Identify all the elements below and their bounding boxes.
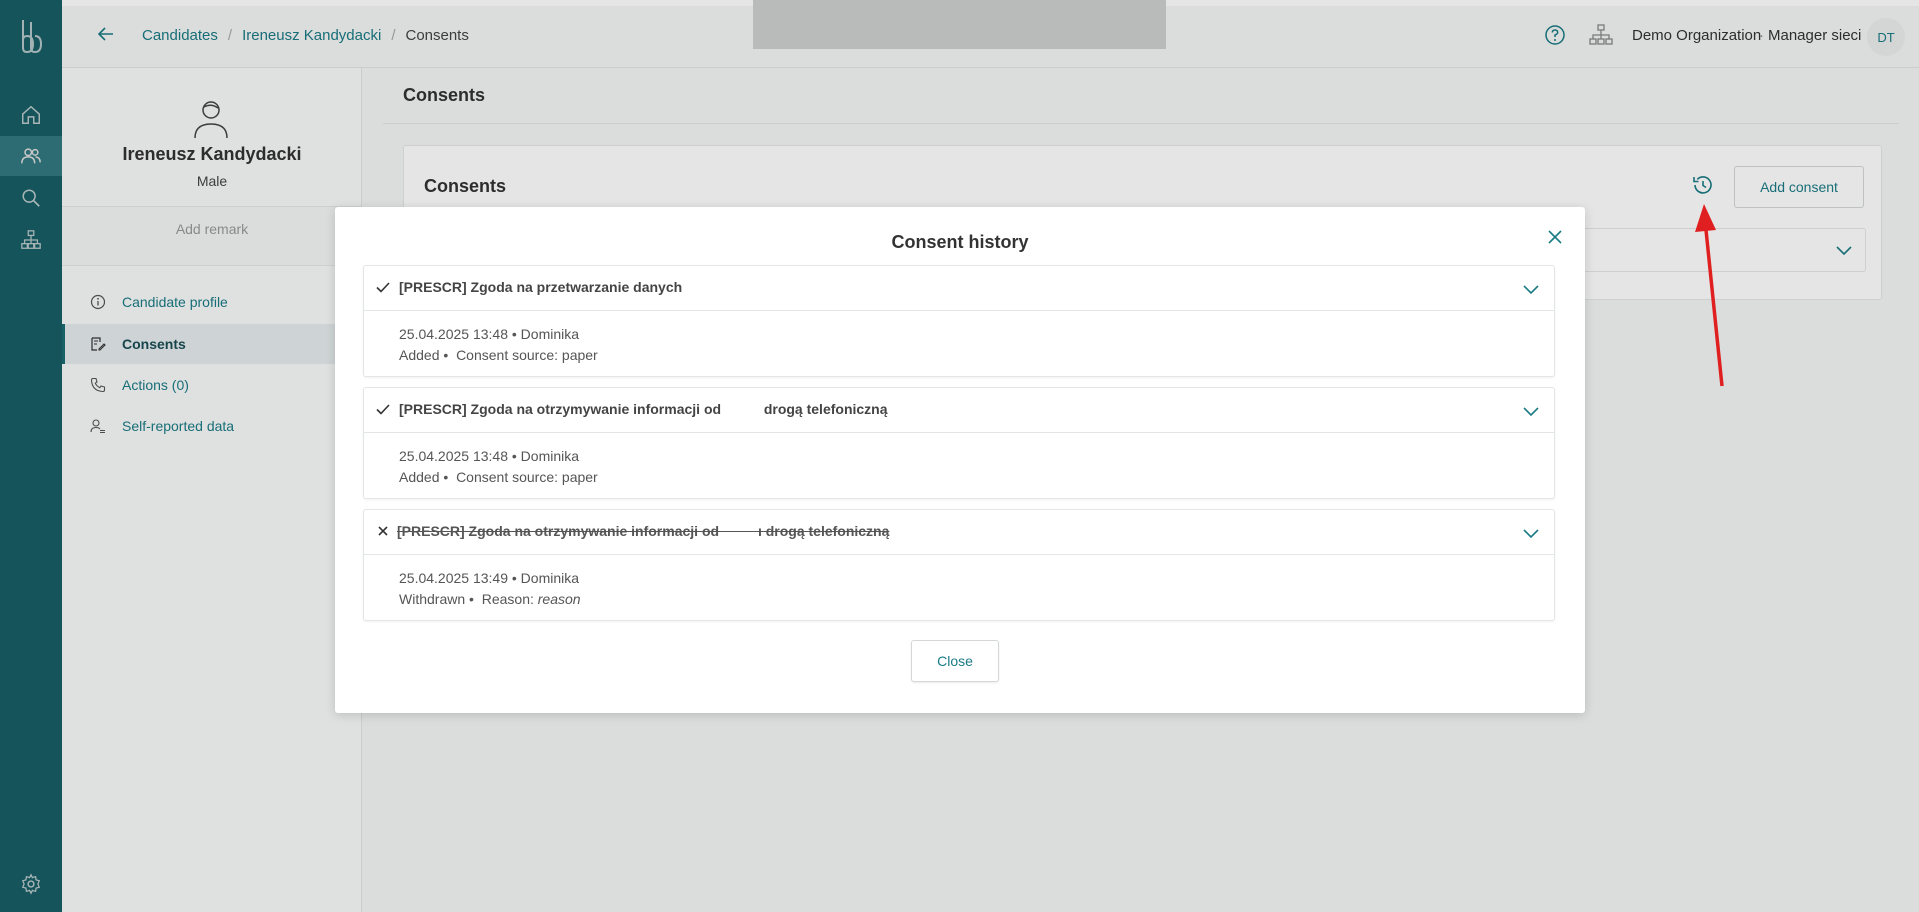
entry-title: [PRESCR] Zgoda na przetwarzanie danych [399, 279, 683, 295]
annotation-arrow-icon [1695, 204, 1724, 387]
check-icon [376, 282, 390, 293]
entry-action: Added [399, 469, 440, 485]
check-icon [376, 404, 390, 415]
chevron-down-icon[interactable] [1522, 280, 1540, 298]
consent-history-entry: [PRESCR] Zgoda na przetwarzanie danych 2… [363, 265, 1555, 377]
entry-meta: 25.04.2025 13:48 • Dominika [399, 448, 580, 464]
consent-history-entry: [PRESCR] Zgoda na otrzymywanie informacj… [363, 509, 1555, 621]
entry-detail-value: paper [561, 469, 598, 485]
entry-detail-value: reason [537, 591, 581, 607]
entry-detail: Withdrawn • Reason: reason [399, 591, 581, 607]
entry-detail-label: Consent source: [456, 469, 559, 485]
entry-header[interactable]: [PRESCR] Zgoda na otrzymywanie informacj… [364, 510, 1554, 555]
entry-detail-value: paper [561, 347, 598, 363]
chevron-down-icon[interactable] [1522, 524, 1540, 542]
entry-meta: 25.04.2025 13:48 • Dominika [399, 326, 580, 342]
entry-detail: Added • Consent source: paper [399, 347, 598, 363]
entry-title: [PRESCR] Zgoda na otrzymywanie informacj… [399, 401, 888, 417]
consent-history-modal: Consent history [PRESCR] Zgoda na przetw… [335, 207, 1585, 713]
consent-history-entry: [PRESCR] Zgoda na otrzymywanie informacj… [363, 387, 1555, 499]
entry-detail: Added • Consent source: paper [399, 469, 598, 485]
entry-detail-label: Reason: [481, 591, 534, 607]
entry-meta: 25.04.2025 13:49 • Dominika [399, 570, 580, 586]
chevron-down-icon[interactable] [1522, 402, 1540, 420]
entry-detail-label: Consent source: [456, 347, 559, 363]
entry-action: Added [399, 347, 440, 363]
close-button[interactable]: Close [911, 640, 999, 682]
x-icon [378, 526, 388, 536]
close-icon[interactable] [1546, 228, 1564, 246]
entry-action: Withdrawn [399, 591, 466, 607]
entry-header[interactable]: [PRESCR] Zgoda na otrzymywanie informacj… [364, 388, 1554, 433]
entry-header[interactable]: [PRESCR] Zgoda na przetwarzanie danych [364, 266, 1554, 311]
rail-backdrop [0, 0, 62, 912]
modal-title: Consent history [891, 232, 1029, 252]
entry-title: [PRESCR] Zgoda na otrzymywanie informacj… [397, 523, 890, 539]
